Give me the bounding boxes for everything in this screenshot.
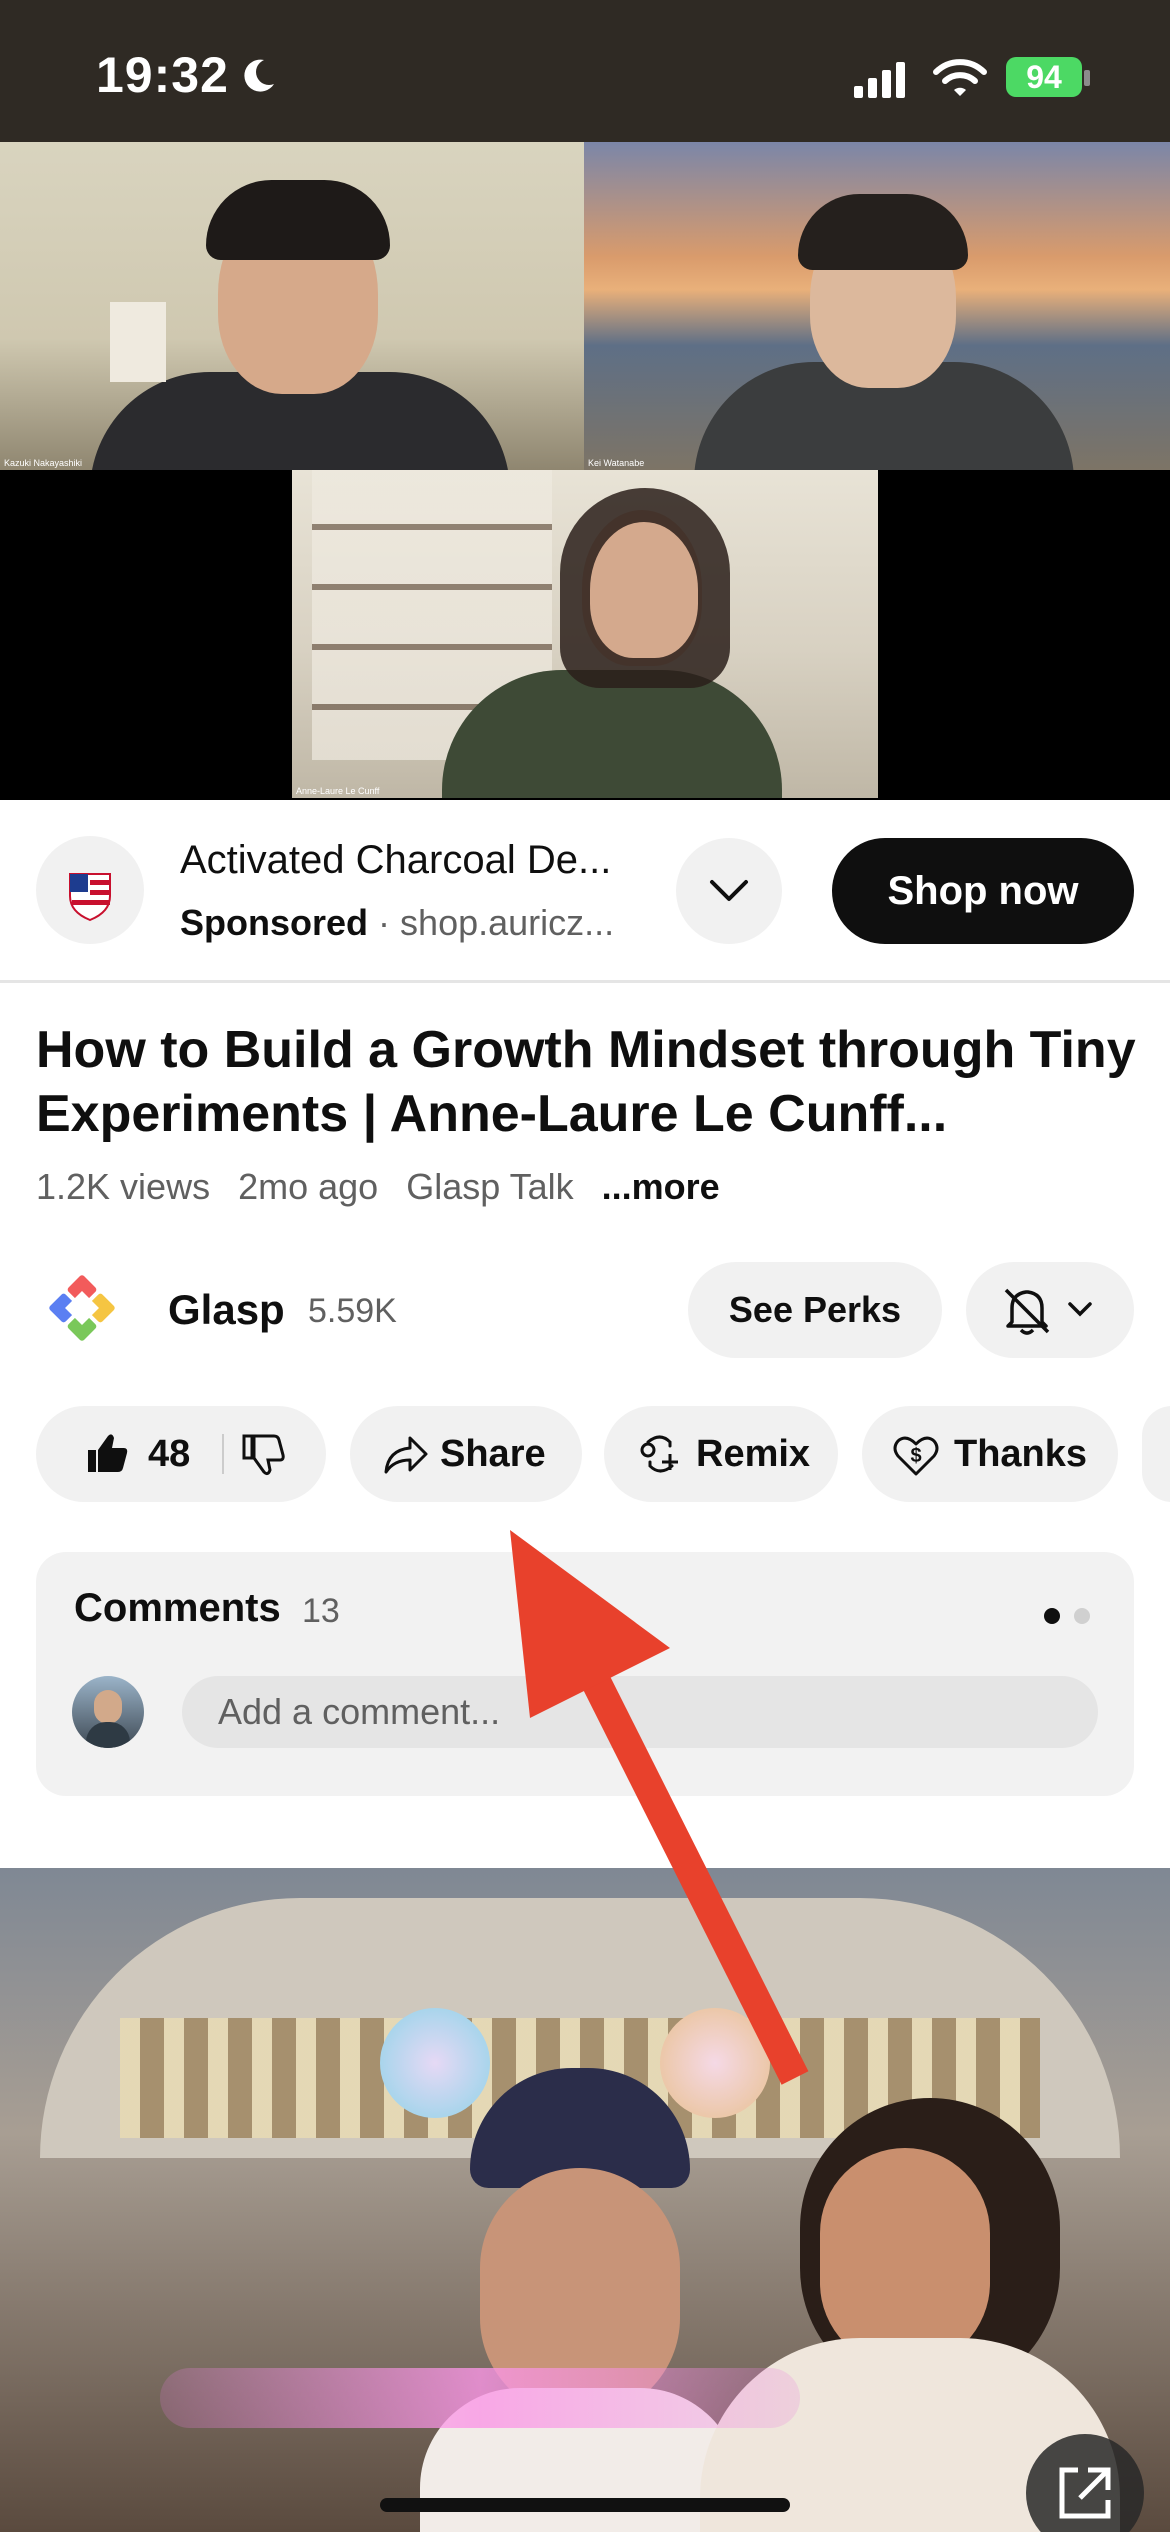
chevron-down-icon [710, 880, 748, 901]
ad-title[interactable]: Activated Charcoal De... [180, 838, 611, 883]
participant-tile-1: Kazuki Nakayashiki [0, 142, 584, 470]
shop-now-button[interactable]: Shop now [832, 838, 1134, 944]
subscriber-count: 5.59K [308, 1292, 397, 1330]
channel-avatar[interactable] [44, 1270, 120, 1346]
like-dislike-group: 48 [36, 1406, 326, 1502]
see-perks-button[interactable]: See Perks [688, 1262, 942, 1358]
thumbs-down-icon[interactable] [232, 1406, 292, 1502]
video-tag: Glasp Talk [406, 1166, 574, 1207]
battery-cap [1084, 70, 1090, 86]
thanks-label: Thanks [954, 1432, 1088, 1475]
share-label: Share [440, 1432, 546, 1475]
status-time: 19:32 [96, 47, 229, 103]
more-link[interactable]: ...more [602, 1166, 720, 1207]
svg-text:$: $ [910, 1445, 921, 1467]
more-actions-button[interactable] [1142, 1406, 1170, 1502]
cellular-signal-icon [854, 62, 905, 98]
like-divider [222, 1434, 225, 1474]
notification-button[interactable] [966, 1262, 1134, 1358]
participant-tile-2: Kei Watanabe [584, 142, 1170, 470]
external-link-icon [1059, 2467, 1111, 2519]
remix-button[interactable]: Remix [604, 1406, 838, 1502]
promo-image[interactable] [0, 1868, 1170, 2532]
comments-count: 13 [302, 1592, 340, 1630]
wifi-icon [933, 59, 987, 96]
separator: · [378, 902, 391, 943]
remix-label: Remix [696, 1432, 811, 1475]
pager-dot-active [1044, 1608, 1060, 1624]
advertiser-logo[interactable] [36, 836, 144, 944]
open-external-button[interactable] [1026, 2434, 1144, 2532]
bell-off-icon [1004, 1288, 1092, 1335]
upload-age: 2mo ago [238, 1166, 379, 1207]
divider [0, 980, 1170, 983]
shield-flag-icon [69, 873, 111, 922]
comments-title: Comments [74, 1586, 281, 1630]
like-count[interactable]: 48 [148, 1433, 190, 1476]
thanks-button[interactable]: $ Thanks [862, 1406, 1118, 1502]
view-count: 1.2K views [36, 1166, 211, 1207]
participant-name: Kei Watanabe [588, 458, 645, 468]
add-comment-input[interactable]: Add a comment... [182, 1676, 1098, 1748]
moon-icon [244, 59, 274, 92]
participant-name: Kazuki Nakayashiki [4, 458, 83, 468]
video-title[interactable]: How to Build a Growth Mindset through Ti… [36, 1018, 1136, 1146]
share-icon [384, 1436, 428, 1474]
participant-tile-3: Anne-Laure Le Cunff [292, 470, 878, 798]
ad-subtitle: Sponsored · shop.auricz... [180, 902, 614, 944]
pager-dot [1074, 1608, 1090, 1624]
remix-icon [640, 1435, 678, 1473]
sponsored-label: Sponsored [180, 902, 369, 943]
comments-panel[interactable]: Comments 13 Add a comment... [36, 1552, 1134, 1796]
user-avatar [72, 1676, 144, 1748]
video-player[interactable]: 19:32 94 Kazuki Nakayashiki Kei Watanabe [0, 0, 1170, 800]
video-meta[interactable]: 1.2K views 2mo ago Glasp Talk ...more [36, 1166, 738, 1208]
thumbs-up-icon[interactable] [76, 1406, 136, 1502]
ad-expand-button[interactable] [676, 838, 782, 944]
status-bar: 19:32 94 [0, 0, 1170, 142]
battery-icon: 94 [1006, 57, 1082, 97]
ad-domain: shop.auricz... [400, 902, 615, 943]
participant-name: Anne-Laure Le Cunff [296, 786, 380, 796]
share-button[interactable]: Share [350, 1406, 582, 1502]
heart-dollar-icon: $ [893, 1436, 939, 1476]
channel-name[interactable]: Glasp [168, 1286, 285, 1334]
home-indicator [380, 2498, 790, 2512]
